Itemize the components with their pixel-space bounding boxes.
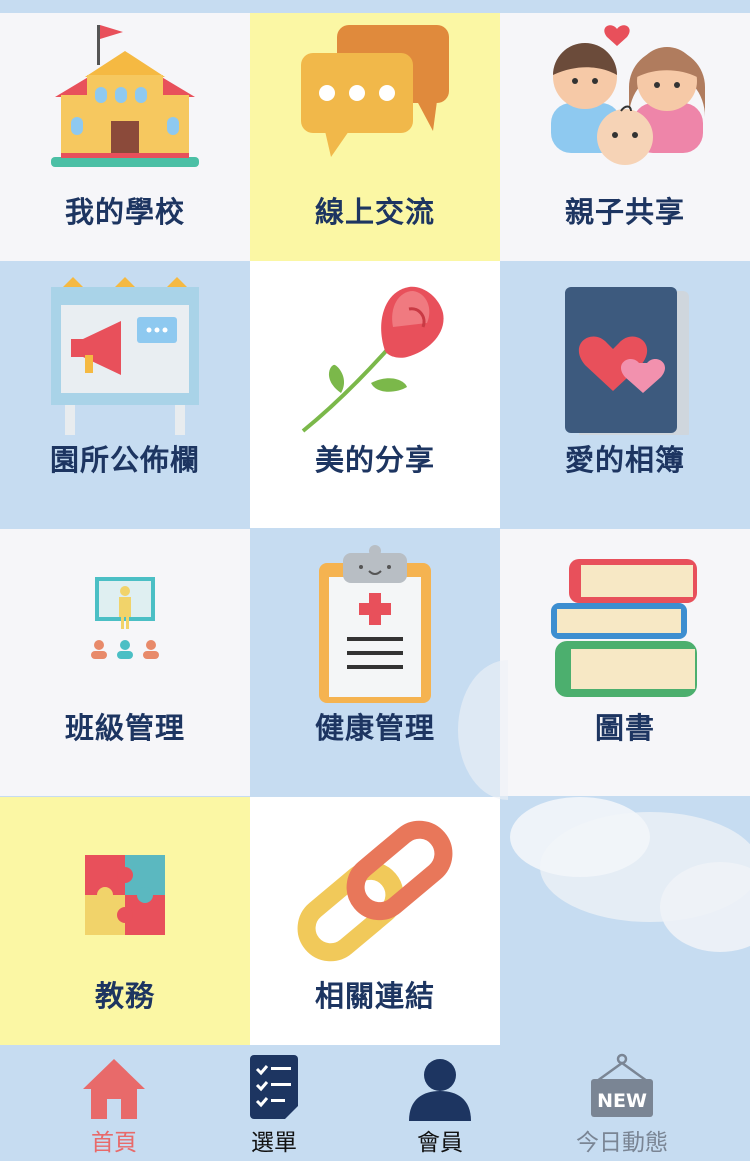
checklist-icon [239,1053,309,1123]
school-icon [25,17,225,187]
tile-label: 線上交流 [314,195,435,229]
tile-label: 愛的相簿 [564,443,685,477]
tile-academic-affairs[interactable]: 教務 [0,797,250,1064]
chain-link-icon [275,801,475,971]
top-strip [0,0,750,13]
tile-label: 我的學校 [64,195,185,229]
user-icon [405,1053,475,1123]
tab-label: 今日動態 [576,1130,668,1156]
new-badge-text: NEW [597,1090,647,1112]
menu-grid: 我的學校 線上交流 親子共享 園所公佈欄 美的分享 愛的相簿 班級管理 健康管理… [0,13,750,1064]
tile-my-school[interactable]: 我的學校 [0,13,250,280]
tile-parent-share[interactable]: 親子共享 [500,13,750,280]
tile-label: 親子共享 [564,195,685,229]
home-icon [79,1053,149,1123]
tile-label: 圖書 [594,711,655,745]
classroom-icon [25,533,225,703]
tile-label: 美的分享 [314,443,435,477]
tile-label: 班級管理 [64,711,185,745]
tab-menu[interactable]: 選單 [238,1045,310,1161]
tab-label: 選單 [251,1130,297,1156]
rose-icon [275,265,475,435]
tile-related-links[interactable]: 相關連結 [250,797,500,1064]
tile-online-chat[interactable]: 線上交流 [250,13,500,280]
tab-home[interactable]: 首頁 [72,1045,156,1161]
bulletin-board-icon [25,265,225,435]
health-clipboard-icon [275,533,475,703]
tile-class-management[interactable]: 班級管理 [0,529,250,796]
tab-today-news[interactable]: NEW 今日動態 [570,1045,674,1161]
cloud-decoration-small [458,660,508,800]
tab-member[interactable]: 會員 [404,1045,476,1161]
tile-label: 相關連結 [314,979,435,1013]
tile-label: 園所公佈欄 [49,443,200,477]
bottom-tab-bar: 首頁 選單 會員 NEW 今日動態 [0,1045,750,1161]
books-icon [525,533,725,703]
tab-label: 會員 [417,1130,463,1156]
tab-label: 首頁 [91,1130,137,1156]
chat-bubbles-icon [275,17,475,187]
cloud-decoration [510,797,750,952]
tile-beauty-share[interactable]: 美的分享 [250,261,500,528]
new-sign-icon: NEW [587,1053,657,1123]
puzzle-icon [25,801,225,971]
tile-library[interactable]: 圖書 [500,529,750,796]
empty-sky-tile [500,797,750,1064]
tile-label: 教務 [94,979,155,1013]
tile-bulletin-board[interactable]: 園所公佈欄 [0,261,250,528]
family-icon [525,17,725,187]
heart-album-icon [525,265,725,435]
tile-love-album[interactable]: 愛的相簿 [500,261,750,528]
